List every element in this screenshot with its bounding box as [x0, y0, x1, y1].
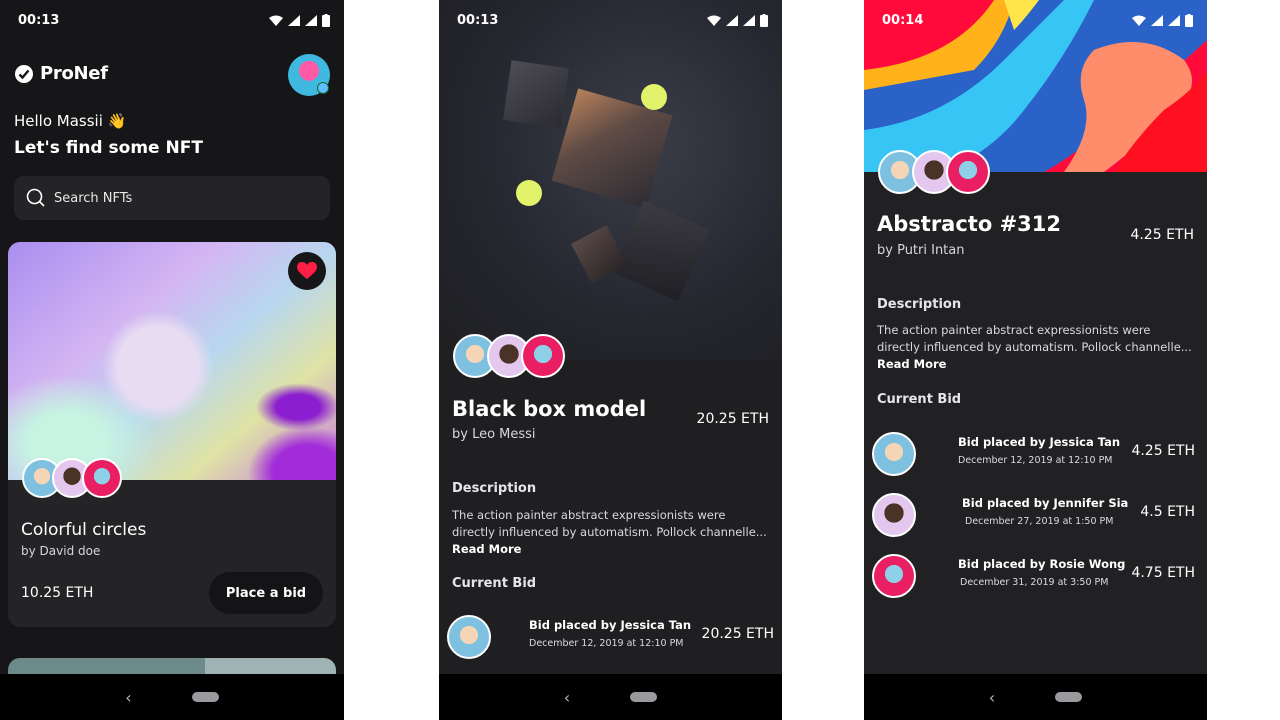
- yellow-sphere: [641, 84, 667, 110]
- status-time: 00:14: [882, 12, 924, 28]
- signal-icon: [305, 14, 317, 26]
- owner-avatars: [22, 458, 122, 498]
- status-icons: [1132, 13, 1193, 27]
- bid-row[interactable]: Bid placed by Jennifer Sia December 27, …: [872, 490, 1195, 540]
- avatar: [447, 615, 491, 659]
- bid-date: December 12, 2019 at 12:10 PM: [529, 638, 684, 649]
- current-bid-heading: Current Bid: [877, 392, 962, 407]
- signal-icon: [1151, 14, 1163, 26]
- signal-icon: [288, 14, 300, 26]
- read-more-link[interactable]: Read More: [877, 357, 946, 371]
- bid-date: December 31, 2019 at 3:50 PM: [960, 577, 1109, 588]
- nft-author: by David doe: [21, 544, 101, 558]
- brand-logo: ProNef: [14, 63, 108, 84]
- heart-icon: [297, 262, 317, 279]
- wifi-icon: [1132, 15, 1146, 26]
- brand-name: ProNef: [40, 63, 108, 84]
- system-nav-bar: ‹: [864, 674, 1207, 720]
- nft-title: Abstracto #312: [877, 212, 1062, 236]
- bid-title: Bid placed by Rosie Wong: [958, 557, 1126, 571]
- status-time: 00:13: [18, 12, 60, 28]
- description-text: The action painter abstract expressionis…: [877, 322, 1194, 373]
- home-pill-icon[interactable]: [630, 692, 658, 702]
- nft-author: by Putri Intan: [877, 243, 965, 258]
- bid-date: December 12, 2019 at 12:10 PM: [958, 455, 1113, 466]
- nft-title: Colorful circles: [21, 520, 147, 540]
- nft-artwork[interactable]: [8, 242, 336, 480]
- home-screen: 00:13 ProNef Hello Massii 👋 Let's find s…: [0, 0, 344, 720]
- battery-icon: [1185, 13, 1193, 27]
- cube-shape: [612, 200, 710, 302]
- bid-amount: 20.25 ETH: [701, 626, 774, 642]
- owner-avatars: [453, 334, 565, 378]
- signal-icon: [743, 14, 755, 26]
- wifi-icon: [269, 15, 283, 26]
- status-icons: [269, 13, 330, 27]
- bid-title: Bid placed by Jessica Tan: [529, 618, 692, 632]
- favorite-button[interactable]: [288, 252, 326, 290]
- greeting: Hello Massii 👋: [14, 112, 127, 130]
- avatar: [872, 554, 916, 598]
- signal-icon: [726, 14, 738, 26]
- description-text: The action painter abstract expressionis…: [452, 507, 769, 558]
- nft-price: 4.25 ETH: [1130, 227, 1194, 243]
- status-bar: 00:13: [0, 0, 344, 40]
- cube-shape: [503, 60, 569, 128]
- bid-title: Bid placed by Jennifer Sia: [962, 496, 1129, 510]
- profile-avatar[interactable]: [288, 54, 330, 96]
- back-icon[interactable]: ‹: [564, 688, 570, 707]
- battery-icon: [760, 13, 768, 27]
- bid-date: December 27, 2019 at 1:50 PM: [965, 516, 1114, 527]
- wifi-icon: [707, 15, 721, 26]
- bid-row[interactable]: Bid placed by Jessica Tan December 12, 2…: [447, 612, 774, 662]
- nft-hero-image: [439, 0, 782, 360]
- current-bid-heading: Current Bid: [452, 576, 537, 591]
- nft-author: by Leo Messi: [452, 427, 536, 442]
- search-placeholder: Search NFTs: [54, 190, 133, 206]
- bid-amount: 4.5 ETH: [1140, 504, 1195, 520]
- owner-avatars: [878, 150, 990, 194]
- yellow-sphere: [516, 180, 542, 206]
- back-icon[interactable]: ‹: [125, 688, 131, 707]
- system-nav-bar: ‹: [0, 674, 344, 720]
- nft-card[interactable]: Colorful circles by David doe 10.25 ETH …: [8, 242, 336, 627]
- bid-amount: 4.75 ETH: [1131, 565, 1195, 581]
- nft-detail-screen: 00:13 Black box model by Leo Messi 20.25…: [439, 0, 782, 720]
- status-bar: 00:13: [439, 0, 782, 40]
- bid-amount: 4.25 ETH: [1131, 443, 1195, 459]
- status-bar: 00:14: [864, 0, 1207, 40]
- description-heading: Description: [877, 297, 962, 312]
- avatar: [872, 493, 916, 537]
- nft-detail-screen: 00:14 Abstracto #312 by Putri Intan 4.25…: [864, 0, 1207, 720]
- bid-row[interactable]: Bid placed by Rosie Wong December 31, 20…: [872, 551, 1195, 601]
- page-title: Let's find some NFT: [14, 138, 203, 158]
- description-body: The action painter abstract expressionis…: [452, 508, 767, 539]
- avatar: [872, 432, 916, 476]
- nft-price: 20.25 ETH: [696, 411, 769, 427]
- status-time: 00:13: [457, 12, 499, 28]
- bid-row[interactable]: Bid placed by Jessica Tan December 12, 2…: [872, 429, 1195, 479]
- read-more-link[interactable]: Read More: [452, 542, 521, 556]
- search-input[interactable]: Search NFTs: [14, 176, 330, 220]
- avatar[interactable]: [82, 458, 122, 498]
- home-pill-icon[interactable]: [1055, 692, 1083, 702]
- description-heading: Description: [452, 481, 537, 496]
- avatar[interactable]: [946, 150, 990, 194]
- nft-title: Black box model: [452, 397, 647, 421]
- status-icons: [707, 13, 768, 27]
- verified-badge: [317, 82, 329, 94]
- system-nav-bar: ‹: [439, 674, 782, 720]
- battery-icon: [322, 13, 330, 27]
- place-bid-button[interactable]: Place a bid: [209, 572, 323, 614]
- signal-icon: [1168, 14, 1180, 26]
- avatar[interactable]: [521, 334, 565, 378]
- nft-price: 10.25 ETH: [21, 585, 94, 601]
- bid-title: Bid placed by Jessica Tan: [958, 435, 1121, 449]
- home-pill-icon[interactable]: [191, 692, 219, 702]
- back-icon[interactable]: ‹: [989, 688, 995, 707]
- description-body: The action painter abstract expressionis…: [877, 323, 1192, 354]
- search-icon: [26, 188, 45, 207]
- check-badge-icon: [15, 64, 33, 83]
